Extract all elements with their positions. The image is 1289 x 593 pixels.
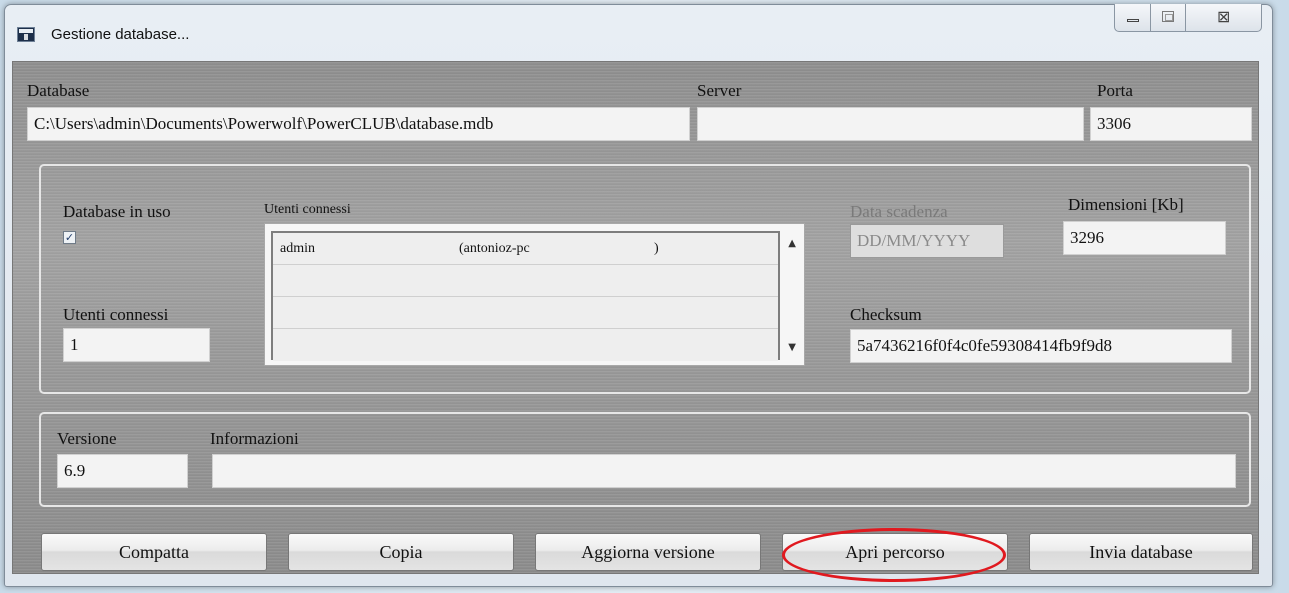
info-field[interactable]	[212, 454, 1236, 488]
minimize-icon	[1127, 19, 1139, 22]
checksum-field[interactable]: 5a7436216f0f4c0fe59308414fb9f9d8	[850, 329, 1232, 363]
annotation-highlight-ellipse	[782, 528, 1006, 582]
connected-users-count-field[interactable]: 1	[63, 328, 210, 362]
expiry-date-field: DD/MM/YYYY	[850, 224, 1004, 258]
database-path-field[interactable]: C:\Users\admin\Documents\Powerwolf\Power…	[27, 107, 690, 141]
server-label: Server	[697, 81, 742, 100]
connected-users-list[interactable]: admin (antonioz-pc ) ▲ ▼	[264, 223, 805, 366]
size-label: Dimensioni [Kb]	[1068, 195, 1184, 214]
list-item[interactable]	[273, 329, 778, 361]
list-item[interactable]: admin (antonioz-pc )	[273, 233, 778, 265]
connected-users-grid: admin (antonioz-pc )	[271, 231, 780, 361]
checkmark-icon: ✓	[64, 231, 75, 244]
database-in-use-label: Database in uso	[63, 202, 171, 221]
list-item[interactable]	[273, 297, 778, 329]
app-icon	[17, 27, 35, 42]
database-label: Database	[27, 81, 90, 100]
size-field[interactable]: 3296	[1063, 221, 1226, 255]
list-item-host-close: )	[654, 241, 659, 256]
port-field[interactable]: 3306	[1090, 107, 1252, 141]
copy-button[interactable]: Copia	[288, 533, 514, 571]
list-item[interactable]	[273, 265, 778, 297]
list-item-host: (antonioz-pc	[459, 241, 530, 256]
server-field[interactable]	[697, 107, 1084, 141]
database-in-use-checkbox[interactable]: ✓	[63, 231, 76, 244]
minimize-button[interactable]	[1114, 4, 1151, 32]
title-bar[interactable]: Gestione database... ⊠	[5, 4, 1272, 55]
client-area: Database C:\Users\admin\Documents\Powerw…	[12, 61, 1259, 574]
connected-users-count-label: Utenti connessi	[63, 305, 169, 324]
maximize-button[interactable]	[1151, 4, 1186, 32]
send-database-button[interactable]: Invia database	[1029, 533, 1253, 571]
info-label: Informazioni	[210, 429, 299, 448]
compact-button[interactable]: Compatta	[41, 533, 267, 571]
port-label: Porta	[1097, 81, 1133, 100]
caption-buttons: ⊠	[1114, 4, 1262, 32]
scroll-up-arrow-icon[interactable]: ▲	[788, 238, 796, 249]
version-label: Versione	[57, 429, 117, 448]
close-icon: ⊠	[1217, 7, 1231, 26]
list-item-user: admin	[280, 241, 315, 256]
version-field[interactable]: 6.9	[57, 454, 188, 488]
update-version-button[interactable]: Aggiorna versione	[535, 533, 761, 571]
window-title: Gestione database...	[51, 26, 190, 43]
close-button[interactable]: ⊠	[1186, 4, 1262, 32]
expiry-date-label: Data scadenza	[850, 202, 948, 221]
connected-users-list-label: Utenti connessi	[264, 202, 351, 217]
checksum-label: Checksum	[850, 305, 922, 324]
scroll-down-arrow-icon[interactable]: ▼	[788, 342, 796, 353]
maximize-icon	[1162, 11, 1174, 22]
